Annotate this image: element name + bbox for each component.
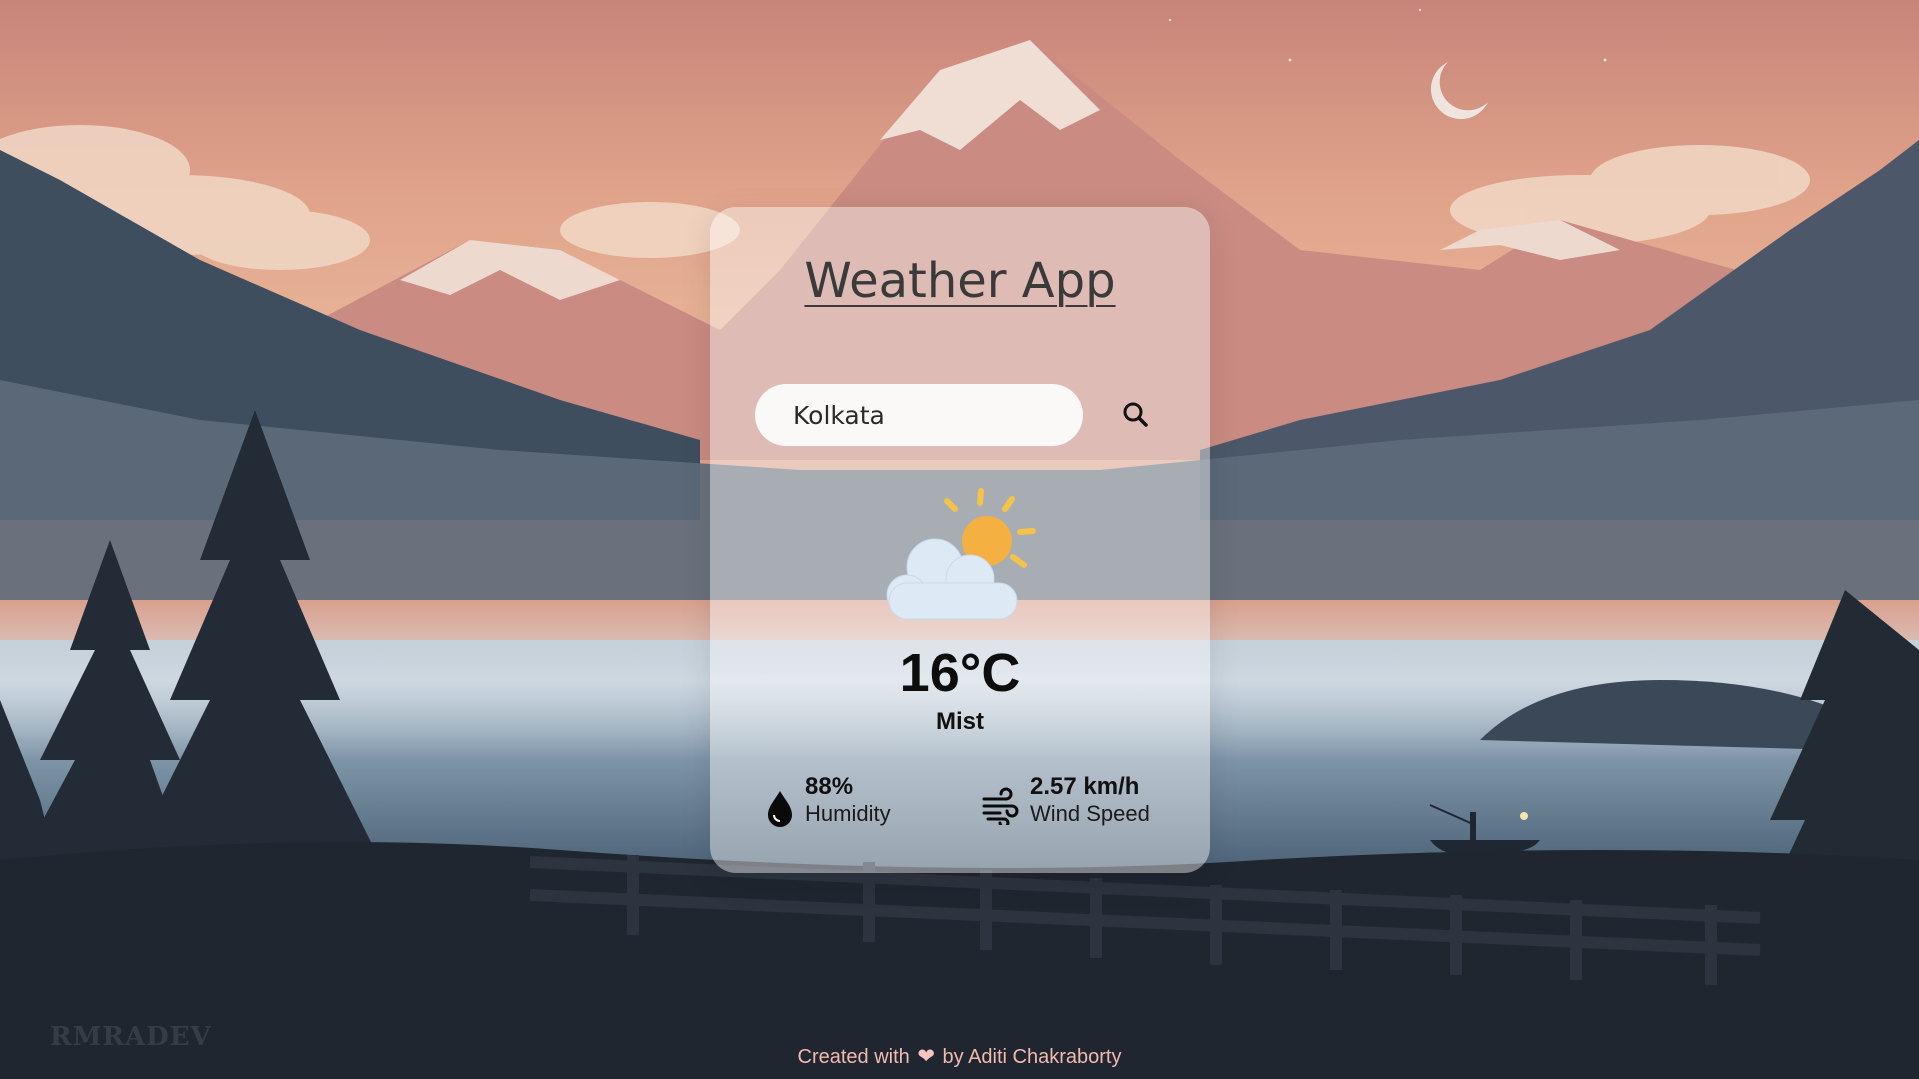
heart-icon: ❤: [917, 1045, 935, 1068]
weather-condition: Mist: [936, 708, 984, 735]
footer-credit: Created with ❤ by Aditi Chakraborty: [0, 1044, 1919, 1069]
temperature-value: 16°C: [899, 643, 1021, 703]
city-search-input[interactable]: [755, 384, 1083, 446]
search-bar: [755, 384, 1175, 446]
water-drop-icon: [768, 791, 792, 827]
wind-icon: [982, 787, 1019, 825]
humidity-value: 88%: [805, 773, 854, 800]
footer-prefix: Created with: [797, 1046, 910, 1068]
wind-stat: 2.57 km/h Wind Speed: [980, 773, 1200, 837]
footer-author: by Aditi Chakraborty: [942, 1046, 1122, 1068]
weather-card: Weather App 16°C Mist: [710, 207, 1210, 873]
wind-speed-label: Wind Speed: [1030, 801, 1150, 826]
humidity-stat: 88% Humidity: [762, 773, 962, 837]
partly-cloudy-icon: [886, 488, 1036, 620]
search-icon: [1123, 402, 1148, 427]
wind-speed-value: 2.57 km/h: [1030, 773, 1140, 800]
app-title: Weather App: [804, 253, 1116, 309]
humidity-label: Humidity: [805, 801, 891, 826]
search-button[interactable]: [1115, 394, 1157, 436]
